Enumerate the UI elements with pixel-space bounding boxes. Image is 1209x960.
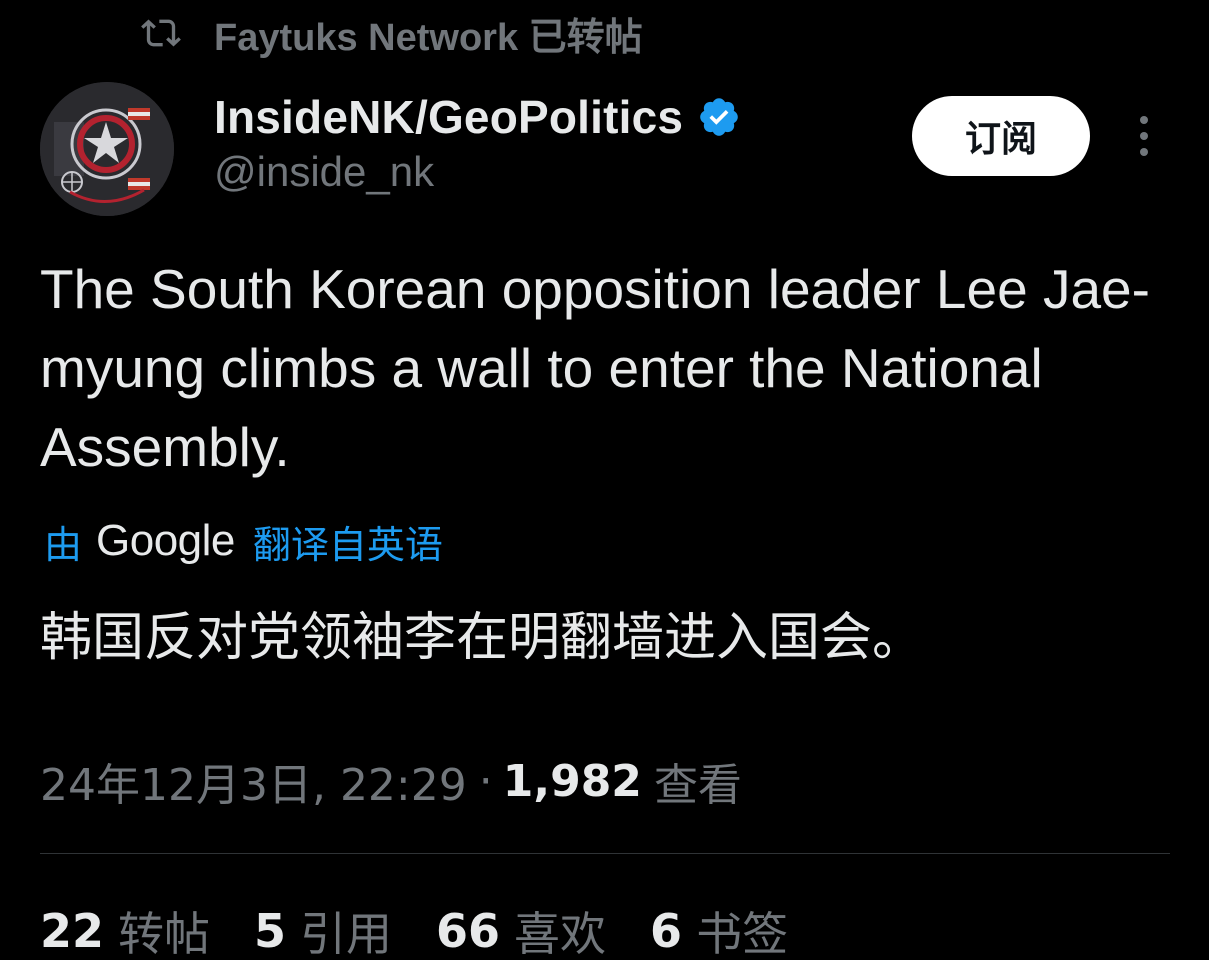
translated-text: 韩国反对党领袖李在明翻墙进入国会。 [40,608,925,668]
stat-count: 5 [254,904,287,958]
meta-separator: · [478,755,493,807]
views-count: 1,982 [502,755,642,807]
stat-label: 书签 [696,907,789,960]
views-label: 查看 [653,760,742,811]
translation-attribution[interactable]: 由 Google 翻译自英语 [44,512,443,570]
author-info[interactable]: InsideNK/GeoPolitics @inside_nk [214,90,741,196]
translated-from-link[interactable]: 翻译自英语 [253,514,443,569]
stat-label: 引用 [300,907,393,960]
stat-count: 22 [40,904,105,958]
repost-icon [141,19,181,47]
translated-by-label: 由 [44,522,83,567]
google-logo: Google [96,516,235,565]
display-name[interactable]: InsideNK/GeoPolitics [214,90,683,144]
stat-quotes[interactable]: 5 引用 [254,898,392,960]
stat-bookmarks[interactable]: 6 书签 [650,898,788,960]
tweet-text: The South Korean opposition leader Lee J… [40,258,1150,478]
avatar-image [40,82,174,216]
divider [40,853,1170,854]
stat-label: 喜欢 [514,907,607,960]
stat-count: 6 [650,904,683,958]
repost-indicator[interactable]: Faytuks Network 已转帖 [138,8,643,59]
stat-reposts[interactable]: 22 转帖 [40,898,210,960]
avatar[interactable] [40,82,174,216]
stat-count: 66 [436,904,501,958]
tweet-meta: 24年12月3日, 22:29 · 1,982 查看 [40,748,742,814]
timestamp[interactable]: 24年12月3日, 22:29 [40,749,467,813]
stat-label: 转帖 [118,907,211,960]
user-handle[interactable]: @inside_nk [214,148,741,196]
stat-likes[interactable]: 66 喜欢 [436,898,606,960]
engagement-stats: 22 转帖 5 引用 66 喜欢 6 书签 [40,900,832,960]
repost-text: Faytuks Network 已转帖 [214,16,643,59]
more-icon[interactable] [1126,110,1162,162]
subscribe-button[interactable]: 订阅 [912,96,1090,176]
verified-badge-icon [700,98,739,136]
